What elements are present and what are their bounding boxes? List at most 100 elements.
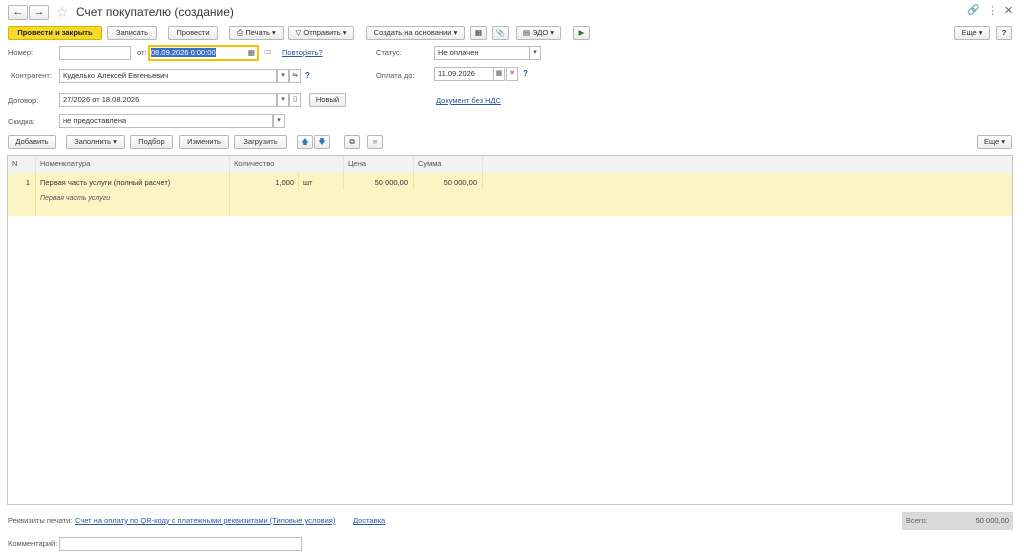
structure-button[interactable]: ▦ bbox=[470, 26, 487, 40]
more-label: Еще bbox=[961, 28, 977, 37]
contractor-dropdown[interactable]: ▾ bbox=[277, 69, 289, 83]
row-divider bbox=[35, 173, 36, 216]
link-icon[interactable]: 🔗 bbox=[967, 5, 979, 16]
chevron-down-icon: ▾ bbox=[453, 28, 458, 37]
help-button[interactable]: ? bbox=[996, 26, 1012, 40]
discount-dropdown[interactable]: ▾ bbox=[273, 114, 285, 128]
calendar-icon: ▦ bbox=[495, 70, 503, 77]
contract-open-button[interactable]: ▯ bbox=[289, 93, 301, 107]
row-divider bbox=[482, 173, 483, 190]
send-button[interactable]: ▽ Отправить ▾ bbox=[288, 26, 354, 40]
star-icon[interactable]: ☆ bbox=[56, 4, 69, 21]
table-row[interactable]: 1 Первая часть услуги (полный расчет) Пе… bbox=[8, 173, 1012, 216]
forward-arrow-icon: → bbox=[33, 6, 45, 18]
move-down-button[interactable]: 🡇 bbox=[314, 135, 330, 149]
edo-button[interactable]: ▤ ЭДО ▾ bbox=[516, 26, 561, 40]
copy-button[interactable]: ⧉ bbox=[344, 135, 360, 149]
row-quantity[interactable]: 1,000 bbox=[230, 178, 294, 187]
pay-until-field[interactable]: 11.09.2026 bbox=[434, 67, 494, 81]
column-header-quantity[interactable]: Количество bbox=[234, 156, 274, 172]
close-icon[interactable]: ✕ bbox=[1004, 4, 1013, 17]
add-row-button[interactable]: Добавить bbox=[8, 135, 56, 149]
row-sum[interactable]: 50 000,00 bbox=[414, 178, 477, 187]
status-label: Статус: bbox=[376, 48, 402, 57]
print-button[interactable]: ⎙ Печать ▾ bbox=[229, 26, 284, 40]
column-header-sum[interactable]: Сумма bbox=[418, 156, 442, 172]
discount-field[interactable]: не предоставлена bbox=[59, 114, 273, 128]
load-button[interactable]: Загрузить bbox=[234, 135, 287, 149]
row-unit[interactable]: шт bbox=[303, 178, 312, 187]
total-box: Всего: 50 000,00 bbox=[902, 512, 1013, 530]
row-description[interactable]: Первая часть услуги bbox=[40, 195, 110, 202]
move-up-button[interactable]: 🡅 bbox=[297, 135, 313, 149]
chevron-down-icon: ▾ bbox=[533, 49, 537, 56]
delete-icon: ■ bbox=[372, 137, 378, 146]
row-price[interactable]: 50 000,00 bbox=[344, 178, 408, 187]
structure-icon: ▦ bbox=[474, 28, 483, 37]
contractor-field[interactable]: Куделько Алексей Евгеньевич bbox=[59, 69, 277, 83]
select-button[interactable]: Подбор bbox=[130, 135, 173, 149]
column-divider bbox=[413, 156, 414, 173]
pay-until-calendar[interactable]: ▦ bbox=[493, 67, 505, 81]
delivery-link[interactable]: Доставка bbox=[353, 515, 385, 527]
print-requisites-label: Реквизиты печати: bbox=[8, 516, 73, 525]
window-title: Счет покупателю (создание) bbox=[76, 5, 234, 19]
contractor-label: Контрагент: bbox=[11, 71, 52, 80]
forward-button[interactable]: → bbox=[29, 5, 49, 20]
arrow-down-icon: 🡇 bbox=[318, 137, 326, 146]
column-header-nomenclature[interactable]: Номенклатура bbox=[40, 156, 90, 172]
more-vert-icon[interactable]: ⋮ bbox=[987, 4, 998, 17]
pay-until-help-icon[interactable]: ? bbox=[523, 69, 528, 78]
status-select[interactable]: Не оплачен bbox=[434, 46, 530, 60]
edit-icon[interactable]: ▭ bbox=[264, 47, 272, 56]
table-more-button[interactable]: Еще ▾ bbox=[977, 135, 1012, 149]
more-button[interactable]: Еще ▾ bbox=[954, 26, 990, 40]
pay-until-clear[interactable]: ✕ bbox=[506, 67, 518, 81]
send-label: Отправить bbox=[303, 28, 341, 37]
vat-link[interactable]: Документ без НДС bbox=[436, 95, 501, 107]
chevron-down-icon: ▾ bbox=[550, 28, 555, 37]
date-field[interactable]: 08.09.2026 0:00:00 ▦ bbox=[148, 45, 259, 61]
column-header-n[interactable]: N bbox=[12, 156, 17, 172]
chevron-down-icon: ▾ bbox=[342, 28, 347, 37]
edo-icon: ▤ bbox=[522, 28, 531, 37]
open-icon: ⇋ bbox=[292, 72, 298, 79]
chevron-down-icon: ▾ bbox=[978, 28, 983, 37]
chevron-down-icon: ▾ bbox=[281, 72, 285, 79]
contract-field[interactable]: 27/2026 от 18.08.2026 bbox=[59, 93, 277, 107]
run-button[interactable]: ▶ bbox=[573, 26, 590, 40]
post-button[interactable]: Провести bbox=[168, 26, 218, 40]
comment-field[interactable] bbox=[59, 537, 302, 551]
column-divider bbox=[35, 156, 36, 173]
row-divider bbox=[298, 173, 299, 190]
row-name[interactable]: Первая часть услуги (полный расчет) bbox=[40, 178, 170, 187]
status-dropdown[interactable]: ▾ bbox=[529, 46, 541, 60]
contract-dropdown[interactable]: ▾ bbox=[277, 93, 289, 107]
run-icon: ▶ bbox=[578, 28, 585, 37]
back-arrow-icon: ← bbox=[12, 6, 24, 18]
new-contract-button[interactable]: Новый bbox=[309, 93, 346, 107]
send-icon: ▽ bbox=[295, 28, 302, 37]
fill-button[interactable]: Заполнить ▾ bbox=[66, 135, 125, 149]
contractor-open-button[interactable]: ⇋ bbox=[289, 69, 301, 83]
pay-until-value: 11.09.2026 bbox=[438, 69, 475, 78]
column-header-price[interactable]: Цена bbox=[348, 156, 366, 172]
number-label: Номер: bbox=[8, 48, 34, 57]
paperclip-icon: 📎 bbox=[495, 28, 506, 37]
save-button[interactable]: Записать bbox=[107, 26, 157, 40]
back-button[interactable]: ← bbox=[8, 5, 28, 20]
chevron-down-icon: ▾ bbox=[1001, 137, 1006, 146]
post-and-close-button[interactable]: Провести и закрыть bbox=[8, 26, 102, 40]
create-based-button[interactable]: Создать на основании ▾ bbox=[366, 26, 465, 40]
chevron-down-icon: ▾ bbox=[281, 96, 285, 103]
print-requisites-link[interactable]: Счет на оплату по QR-коду с платежными р… bbox=[75, 515, 335, 527]
number-field[interactable] bbox=[59, 46, 131, 60]
contractor-help-icon[interactable]: ? bbox=[305, 71, 310, 80]
delete-button[interactable]: ■ bbox=[367, 135, 383, 149]
calendar-icon[interactable]: ▦ bbox=[248, 47, 255, 59]
change-button[interactable]: Изменить bbox=[179, 135, 229, 149]
fill-label: Заполнить bbox=[74, 137, 111, 146]
repeat-link[interactable]: Повторять? bbox=[282, 47, 323, 59]
create-based-label: Создать на основании bbox=[373, 28, 452, 37]
attach-button[interactable]: 📎 bbox=[492, 26, 509, 40]
